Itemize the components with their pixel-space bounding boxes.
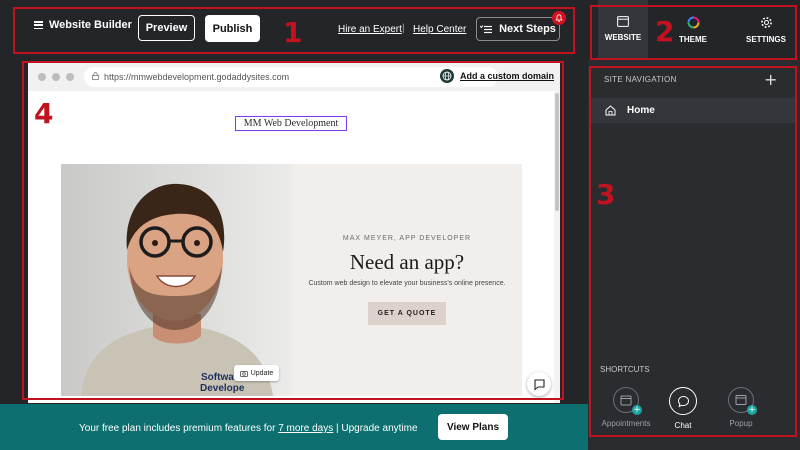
window-dot bbox=[52, 73, 60, 81]
publish-button[interactable]: Publish bbox=[205, 15, 260, 42]
add-badge-icon: + bbox=[632, 405, 642, 415]
hero-headline[interactable]: Need an app? bbox=[292, 250, 522, 275]
shirt-text-line2: Develope bbox=[200, 383, 245, 394]
banner-text-before: Your free plan includes premium features… bbox=[79, 423, 279, 434]
hero-subtext: Custom web design to elevate your busine… bbox=[308, 280, 506, 287]
tab-theme[interactable]: THEME bbox=[668, 0, 718, 60]
hire-expert-link[interactable]: Hire an Expert bbox=[338, 24, 402, 35]
banner-message: Your free plan includes premium features… bbox=[79, 423, 418, 434]
website-builder-menu[interactable]: Website Builder bbox=[34, 19, 132, 31]
checklist-icon bbox=[479, 24, 493, 34]
website-builder-label: Website Builder bbox=[49, 19, 132, 31]
next-steps-label: Next Steps bbox=[499, 23, 556, 35]
link-separator: | bbox=[402, 23, 405, 34]
shortcut-label: Chat bbox=[674, 421, 692, 430]
shortcut-label: Appointments bbox=[601, 419, 651, 428]
url-text: https://mmwebdevelopment.godaddysites.co… bbox=[104, 72, 290, 82]
portrait-illustration: Softwar Develope bbox=[61, 164, 292, 396]
chat-bubble-icon bbox=[669, 387, 697, 415]
lock-icon bbox=[92, 72, 99, 80]
site-preview-canvas[interactable]: https://mmwebdevelopment.godaddysites.co… bbox=[28, 63, 560, 403]
more-days-link[interactable]: 7 more days bbox=[278, 423, 333, 434]
shortcut-appointments[interactable]: + Appointments bbox=[596, 387, 656, 428]
camera-icon bbox=[239, 370, 248, 377]
annotation-number-4: 4 bbox=[34, 97, 54, 130]
shortcuts-heading: SHORTCUTS bbox=[600, 365, 650, 374]
browser-window-icon bbox=[617, 16, 629, 27]
hamburger-icon bbox=[34, 21, 43, 29]
hero-text-section: MAX MEYER, APP DEVELOPER Need an app? Cu… bbox=[292, 164, 522, 396]
get-a-quote-button[interactable]: GET A QUOTE bbox=[368, 302, 446, 325]
popup-window-icon: + bbox=[728, 387, 757, 415]
url-bar: https://mmwebdevelopment.godaddysites.co… bbox=[84, 67, 498, 87]
site-title[interactable]: MM Web Development bbox=[235, 116, 347, 131]
shirt-text-line1: Softwar bbox=[201, 372, 238, 383]
chat-widget-icon[interactable] bbox=[527, 372, 551, 396]
tab-settings-label: SETTINGS bbox=[745, 35, 786, 44]
add-badge-icon: + bbox=[747, 405, 757, 415]
view-plans-button[interactable]: View Plans bbox=[438, 414, 508, 440]
calendar-icon: + bbox=[613, 387, 642, 415]
side-panel-tabs: WEBSITE THEME SETTINGS bbox=[588, 0, 800, 60]
browser-chrome: https://mmwebdevelopment.godaddysites.co… bbox=[28, 63, 560, 91]
editor-side-panel bbox=[588, 0, 800, 450]
globe-icon bbox=[440, 69, 454, 83]
tab-settings[interactable]: SETTINGS bbox=[738, 0, 794, 60]
shortcut-popup[interactable]: + Popup bbox=[711, 387, 771, 428]
plus-icon[interactable]: + bbox=[764, 70, 777, 89]
site-navigation-heading: SITE NAVIGATION bbox=[604, 75, 677, 84]
help-center-link[interactable]: Help Center bbox=[413, 24, 466, 35]
annotation-number-2: 2 bbox=[655, 15, 675, 48]
tab-website-label: WEBSITE bbox=[604, 33, 642, 42]
add-custom-domain-link[interactable]: Add a custom domain bbox=[460, 71, 554, 81]
preview-button[interactable]: Preview bbox=[138, 15, 195, 41]
update-image-button[interactable]: Update bbox=[234, 365, 279, 381]
gear-icon bbox=[760, 17, 772, 28]
sidebar-item-label: Home bbox=[627, 105, 655, 116]
tab-theme-label: THEME bbox=[679, 35, 707, 44]
next-steps-button[interactable]: Next Steps bbox=[476, 17, 560, 41]
color-wheel-icon bbox=[687, 16, 699, 29]
hero-portrait-image[interactable]: Softwar Develope bbox=[61, 164, 292, 396]
preview-scrollbar-thumb[interactable] bbox=[555, 93, 559, 211]
window-dot bbox=[66, 73, 74, 81]
annotation-number-1: 1 bbox=[283, 16, 303, 49]
notification-bell-icon[interactable] bbox=[552, 11, 566, 25]
shortcut-label: Popup bbox=[729, 419, 753, 428]
hero-eyebrow: MAX MEYER, APP DEVELOPER bbox=[342, 235, 472, 242]
shortcut-chat[interactable]: Chat bbox=[653, 387, 713, 430]
window-dot bbox=[38, 73, 46, 81]
sidebar-item-home[interactable]: Home bbox=[589, 98, 796, 123]
home-icon bbox=[605, 105, 616, 116]
update-label: Update bbox=[250, 369, 274, 377]
tab-website[interactable]: WEBSITE bbox=[598, 0, 648, 60]
banner-text-after: | Upgrade anytime bbox=[333, 423, 418, 434]
annotation-number-3: 3 bbox=[596, 178, 616, 211]
